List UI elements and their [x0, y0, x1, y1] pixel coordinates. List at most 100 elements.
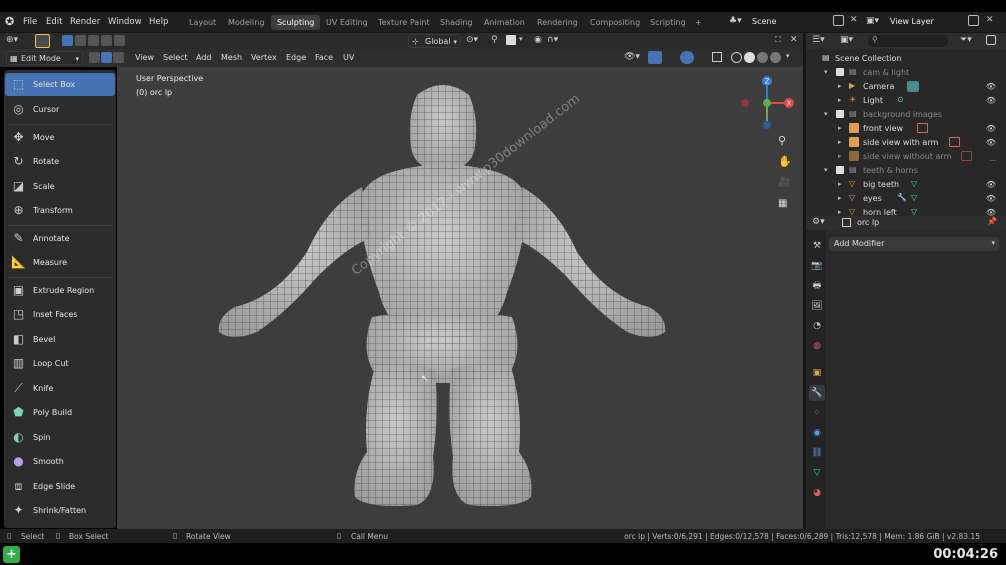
menu-view[interactable]: View — [135, 53, 154, 62]
tool-annotate[interactable]: ✎ Annotate — [5, 227, 115, 250]
view-layer-icon[interactable]: ▣▾ — [866, 16, 879, 26]
menu-window[interactable]: Window — [108, 17, 142, 27]
tool-move[interactable]: ✥ Move — [5, 126, 115, 149]
object-tab-icon[interactable]: ▣ — [809, 365, 825, 381]
outliner-root[interactable]: ▤ Scene Collection — [806, 52, 1006, 66]
proportional-edit-icon[interactable]: ◉ — [534, 35, 542, 45]
outliner-search-input[interactable]: ⚲ — [868, 35, 948, 47]
blender-logo-icon[interactable]: ✪ — [5, 15, 14, 28]
new-collection-icon[interactable] — [986, 35, 996, 45]
outliner-row[interactable]: ▸ ▽ big teeth ▽ 👁 — [806, 178, 1006, 192]
outliner-row[interactable]: ▸ ▶ Camera 👁 — [806, 80, 1006, 94]
outliner-row[interactable]: ▸ ▽ eyes 🔧 ▽ 👁 — [806, 192, 1006, 206]
tab-modeling[interactable]: Modeling — [222, 15, 270, 30]
outliner-row[interactable]: ▸ front view 👁 — [806, 122, 1006, 136]
tab-layout[interactable]: Layout — [183, 15, 222, 30]
particles-tab-icon[interactable]: ⁘ — [809, 405, 825, 421]
menu-vertex[interactable]: Vertex — [251, 53, 277, 62]
tool-smooth[interactable]: ● Smooth — [5, 450, 115, 473]
visibility-eye-icon[interactable]: 👁 — [986, 180, 996, 189]
outliner-row[interactable]: ▸ side view with arm 👁 — [806, 136, 1006, 150]
menu-mesh[interactable]: Mesh — [221, 53, 242, 62]
view-layer-name[interactable]: View Layer — [890, 17, 934, 26]
visibility-eye-icon[interactable]: 👁 — [986, 82, 996, 91]
select-mode-extend-icon[interactable] — [75, 35, 86, 46]
pin-icon[interactable]: 📌 — [987, 217, 997, 226]
tab-rendering[interactable]: Rendering — [531, 15, 584, 30]
view-layer-tab-icon[interactable]: 🖼 — [809, 298, 825, 314]
navigation-gizmo[interactable]: Z X — [735, 72, 795, 134]
menu-render[interactable]: Render — [70, 17, 100, 27]
properties-editor-icon[interactable]: ⚙▾ — [812, 217, 825, 227]
display-mode-icon[interactable]: ▣▾ — [840, 35, 853, 45]
snap-target-icon[interactable] — [506, 35, 516, 45]
3d-viewport[interactable]: User Perspective (0) orc lp Copyright © … — [117, 67, 803, 529]
tool-inset-faces[interactable]: ◳ Inset Faces — [5, 303, 115, 326]
gizmo-toggle-icon[interactable] — [648, 51, 662, 64]
outliner-row[interactable]: ▸ ▽ horn left ▽ 👁 — [806, 206, 1006, 216]
tool-transform[interactable]: ⊕ Transform — [5, 199, 115, 222]
tab-compositing[interactable]: Compositing — [584, 15, 646, 30]
scene-name[interactable]: Scene — [752, 17, 776, 26]
select-mode-intersect-icon[interactable] — [114, 35, 125, 46]
transform-orientation-dropdown[interactable]: ⊹ Global ▾ — [408, 34, 461, 48]
hidden-eye-icon[interactable]: ‿ — [990, 152, 996, 161]
tool-knife[interactable]: ⟋ Knife — [5, 377, 115, 400]
menu-uv[interactable]: UV — [343, 53, 354, 62]
tab-scripting[interactable]: Scripting — [644, 15, 692, 30]
falloff-icon[interactable]: ∩▾ — [547, 35, 558, 45]
output-tab-icon[interactable]: 🖶 — [809, 278, 825, 294]
outliner-row[interactable]: ▸ ☀ Light ⊙ 👁 — [806, 94, 1006, 108]
pan-hand-icon[interactable]: ✋ — [778, 155, 792, 168]
visibility-icon[interactable]: 👁▾ — [624, 52, 640, 62]
tab-texture-paint[interactable]: Texture Paint — [372, 15, 436, 30]
physics-tab-icon[interactable]: ◉ — [809, 425, 825, 441]
tool-measure[interactable]: 📐 Measure — [5, 251, 115, 274]
close-scene-icon[interactable]: ✕ — [850, 15, 858, 25]
data-tab-icon[interactable]: ▽ — [809, 465, 825, 481]
edge-select-icon[interactable] — [101, 52, 112, 63]
menu-help[interactable]: Help — [149, 17, 168, 27]
tool-cursor[interactable]: ◎ Cursor — [5, 98, 115, 121]
tool-rotate[interactable]: ↻ Rotate — [5, 150, 115, 173]
outliner-row[interactable]: ▾ ▤ teeth & horns — [806, 164, 1006, 178]
wireframe-shading-icon[interactable] — [731, 52, 742, 63]
new-scene-icon[interactable] — [833, 15, 844, 26]
tab-sculpting[interactable]: Sculpting — [271, 15, 321, 30]
xray-icon[interactable] — [712, 52, 722, 62]
constraints-tab-icon[interactable]: ⛓ — [809, 445, 825, 461]
visibility-eye-icon[interactable]: 👁 — [986, 124, 996, 133]
snap-dropdown-icon[interactable]: ▾ — [519, 35, 523, 43]
menu-edit[interactable]: Edit — [46, 17, 62, 27]
mode-dropdown[interactable]: ▦ Edit Mode ▾ — [6, 51, 83, 65]
overlay-toggle-icon[interactable] — [680, 51, 694, 64]
select-tool-icon[interactable] — [35, 34, 50, 48]
viewport-options-icon[interactable]: ⛶ — [775, 35, 781, 45]
tab-animation[interactable]: Animation — [478, 15, 531, 30]
menu-file[interactable]: File — [23, 17, 37, 27]
tool-tab-icon[interactable]: ⚒ — [809, 238, 825, 254]
visibility-eye-icon[interactable]: 👁 — [986, 96, 996, 105]
tab-shading[interactable]: Shading — [434, 15, 479, 30]
snap-icon[interactable]: ⚲ — [491, 35, 498, 45]
material-tab-icon[interactable]: ◕ — [809, 485, 825, 501]
menu-select[interactable]: Select — [163, 53, 188, 62]
scene-selector-icon[interactable]: ♣▾ — [729, 16, 742, 26]
tool-bevel[interactable]: ◧ Bevel — [5, 328, 115, 351]
outliner-editor-icon[interactable]: ☰▾ — [812, 35, 825, 45]
select-mode-new-icon[interactable] — [62, 35, 73, 46]
outliner-row[interactable]: ▸ side view without arm ‿ — [806, 150, 1006, 164]
camera-view-icon[interactable]: 🎥 — [778, 177, 790, 188]
render-tab-icon[interactable]: 📷 — [809, 258, 825, 274]
close-area-icon[interactable]: ✕ — [790, 35, 798, 45]
filter-icon[interactable]: ⏷▾ — [960, 35, 972, 45]
world-tab-icon[interactable]: ◍ — [809, 338, 825, 354]
select-mode-invert-icon[interactable] — [101, 35, 112, 46]
material-shading-icon[interactable] — [757, 52, 768, 63]
visibility-eye-icon[interactable]: 👁 — [986, 208, 996, 216]
perspective-toggle-icon[interactable]: ▦ — [778, 198, 787, 209]
menu-add[interactable]: Add — [196, 53, 212, 62]
tab-uv-editing[interactable]: UV Editing — [320, 15, 374, 30]
editor-type-icon[interactable]: ⊕▾ — [6, 35, 18, 45]
rendered-shading-icon[interactable] — [770, 52, 781, 63]
